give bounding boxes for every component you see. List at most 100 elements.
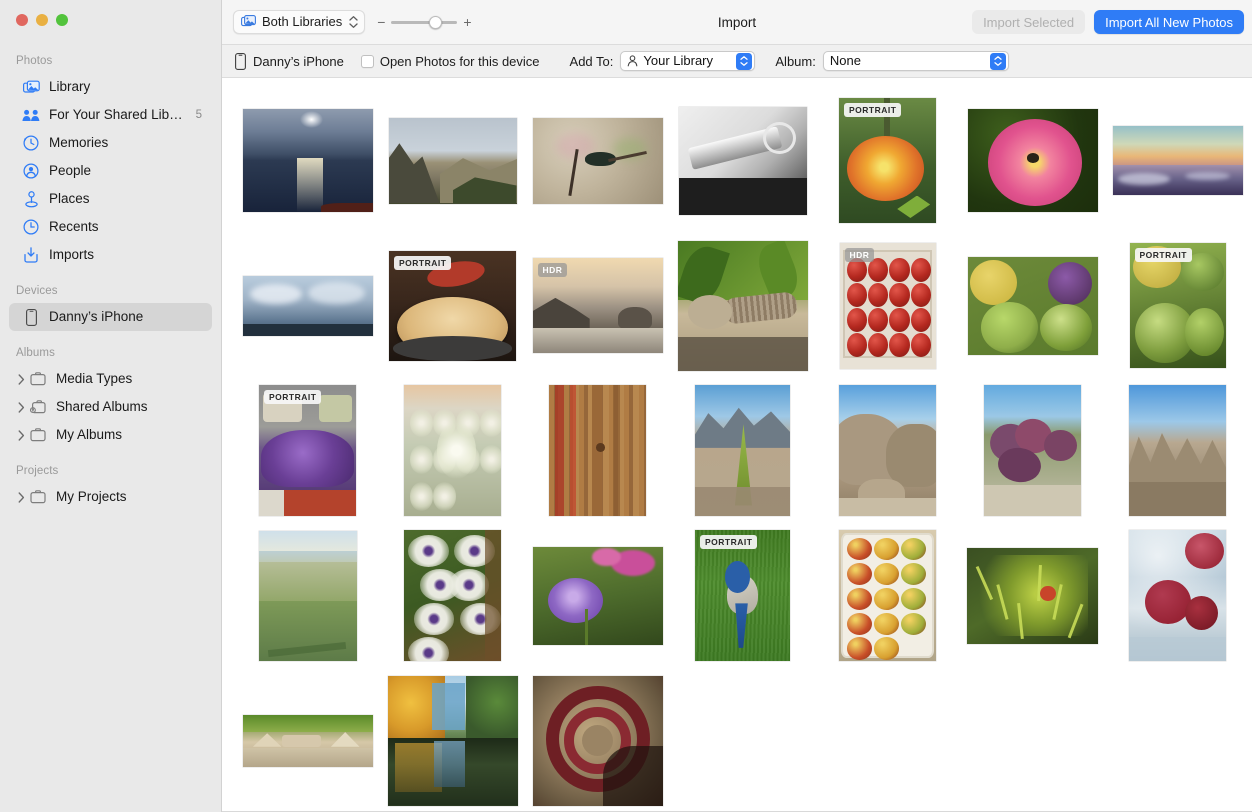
photo-thumbnail-rock-formation-sky[interactable] — [1129, 385, 1226, 516]
sidebar-section-header: Projects — [0, 463, 221, 483]
photo-thumbnail-rocky-beach-sunset-hdr[interactable]: HDR — [533, 258, 663, 353]
photo-thumbnail-foggy-sunrise-valley[interactable] — [1113, 126, 1243, 195]
sidebar-item-people[interactable]: People — [9, 157, 212, 185]
photo-cell[interactable] — [1105, 523, 1250, 668]
photo-cell[interactable] — [235, 88, 380, 233]
photo-cell[interactable] — [670, 233, 815, 378]
photo-thumbnail-purple-flower-bouquet-portrait[interactable]: PORTRAIT — [259, 385, 356, 516]
photo-cell[interactable]: PORTRAIT — [670, 523, 815, 668]
open-photos-checkbox-group[interactable]: Open Photos for this device — [361, 54, 540, 69]
photo-cell[interactable] — [525, 523, 670, 668]
sidebar-item-my-projects[interactable]: My Projects — [9, 483, 212, 511]
photo-thumbnail-cholla-cactus-closeup[interactable] — [404, 385, 501, 516]
photo-cell[interactable] — [380, 668, 525, 812]
photo-cell[interactable]: HDR — [525, 233, 670, 378]
album-stepper-icon[interactable] — [990, 53, 1006, 70]
photo-thumbnail-frozen-berries-ice[interactable] — [1129, 530, 1226, 661]
photo-thumbnail-pumpkin-pie-portrait[interactable]: PORTRAIT — [389, 251, 516, 361]
photo-thumbnail-blue-jay-on-grass-portrait[interactable]: PORTRAIT — [695, 530, 790, 661]
sidebar-item-my-albums[interactable]: My Albums — [9, 421, 212, 449]
photo-thumbnail-rock-cairns-shore[interactable] — [243, 715, 373, 767]
photo-thumbnail-aerial-farmland[interactable] — [259, 531, 357, 661]
sidebar-item-for-your-shared-lib[interactable]: For Your Shared Lib…5 — [9, 101, 212, 129]
photo-thumbnail-pink-dahlia-bloom[interactable] — [968, 109, 1098, 212]
chevron-right-icon[interactable] — [14, 402, 28, 413]
photo-grid-area[interactable]: PORTRAITPORTRAITHDRHDRPORTRAITPORTRAITPO… — [222, 78, 1252, 812]
photo-cell[interactable] — [380, 88, 525, 233]
photo-cell[interactable] — [235, 668, 380, 812]
album-group: Album: None — [775, 51, 1008, 71]
photo-thumbnail-autumn-river-reflection[interactable] — [388, 676, 518, 806]
sidebar-item-media-types[interactable]: Media Types — [9, 365, 212, 393]
sidebar-item-shared-albums[interactable]: Shared Albums — [9, 393, 212, 421]
photo-thumbnail-apples-in-bowl[interactable] — [839, 530, 936, 661]
sidebar-item-imports[interactable]: Imports — [9, 241, 212, 269]
sidebar-item-recents[interactable]: Recents — [9, 213, 212, 241]
photo-cell[interactable] — [670, 378, 815, 523]
photo-thumbnail-corn-cob-ground-squirrel[interactable] — [678, 241, 808, 371]
photo-cell[interactable] — [960, 233, 1105, 378]
photo-cell[interactable]: HDR — [815, 233, 960, 378]
photo-thumbnail-white-daisies-basket[interactable] — [404, 530, 501, 661]
sidebar-item-places[interactable]: Places — [9, 185, 212, 213]
photo-grid-row — [222, 668, 1252, 812]
sidebar-item-memories[interactable]: Memories — [9, 129, 212, 157]
sidebar-item-danny-s-iphone[interactable]: Danny’s iPhone — [9, 303, 212, 331]
zoom-button[interactable] — [56, 14, 68, 26]
window-controls[interactable] — [16, 14, 68, 26]
photo-thumbnail-orange-dahlia-portrait[interactable]: PORTRAIT — [839, 98, 936, 223]
photo-cell[interactable] — [1105, 378, 1250, 523]
chevron-right-icon[interactable] — [14, 374, 28, 385]
zoom-in-icon[interactable]: + — [463, 17, 471, 27]
open-photos-checkbox[interactable] — [361, 55, 374, 68]
photo-thumbnail-ladybug-on-plant[interactable] — [967, 548, 1098, 644]
photo-cell[interactable] — [815, 523, 960, 668]
chevron-right-icon[interactable] — [14, 430, 28, 441]
photo-thumbnail-glass-vial-macro-bw[interactable] — [679, 107, 807, 215]
close-button[interactable] — [16, 14, 28, 26]
photo-cell[interactable] — [525, 378, 670, 523]
photo-thumbnail-hummingbird-on-branch[interactable] — [533, 118, 663, 204]
album-select[interactable]: None — [823, 51, 1009, 71]
import-all-new-photos-button[interactable]: Import All New Photos — [1094, 10, 1244, 34]
add-to-select[interactable]: Your Library — [620, 51, 755, 71]
photo-cell[interactable] — [525, 88, 670, 233]
zoom-control[interactable]: − + — [377, 15, 471, 29]
zoom-slider[interactable] — [391, 15, 457, 29]
photo-thumbnail-weathered-red-wood[interactable] — [549, 385, 646, 516]
photo-cell[interactable] — [960, 88, 1105, 233]
photo-thumbnail-millipede-coiled-dirt[interactable] — [533, 676, 663, 806]
photo-cell[interactable] — [525, 668, 670, 812]
photo-cell[interactable]: PORTRAIT — [815, 88, 960, 233]
photo-cell[interactable]: PORTRAIT — [235, 378, 380, 523]
photo-cell[interactable] — [1105, 88, 1250, 233]
library-popup-button[interactable]: Both Libraries — [233, 10, 365, 34]
photo-thumbnail-cloudy-coastline[interactable] — [243, 276, 373, 336]
sidebar-item-library[interactable]: Library — [9, 73, 212, 101]
chevron-right-icon[interactable] — [14, 492, 28, 503]
photo-thumbnail-desert-yucca-rocks[interactable] — [695, 385, 790, 516]
photo-cell[interactable] — [960, 523, 1105, 668]
photo-cell[interactable]: PORTRAIT — [1105, 233, 1250, 378]
photo-cell[interactable] — [235, 523, 380, 668]
add-to-stepper-icon[interactable] — [736, 53, 752, 70]
photo-thumbnail-tomatoes-crate-hdr[interactable]: HDR — [840, 243, 936, 369]
photo-thumbnail-mountain-ridge-canyon[interactable] — [389, 118, 517, 204]
photo-cell[interactable] — [380, 378, 525, 523]
photo-thumbnail-purple-scabiosa-flower[interactable] — [533, 547, 663, 645]
photo-cell[interactable] — [670, 88, 815, 233]
minimize-button[interactable] — [36, 14, 48, 26]
photo-cell[interactable]: PORTRAIT — [380, 233, 525, 378]
photo-cell[interactable] — [815, 378, 960, 523]
photo-thumbnail-romanesco-cabbages[interactable] — [968, 257, 1098, 355]
photo-cell[interactable] — [235, 233, 380, 378]
photo-thumbnail-romanesco-portrait[interactable]: PORTRAIT — [1130, 243, 1226, 368]
photo-cell[interactable] — [960, 378, 1105, 523]
photo-cell[interactable] — [380, 523, 525, 668]
slider-knob[interactable] — [429, 16, 442, 29]
photo-thumbnail-prickly-pear-cactus[interactable] — [984, 385, 1081, 516]
photo-thumbnail-joshua-tree-boulders[interactable] — [839, 385, 936, 516]
zoom-out-icon[interactable]: − — [377, 17, 385, 27]
import-selected-button[interactable]: Import Selected — [972, 10, 1085, 34]
photo-thumbnail-ocean-sunset-reflection[interactable] — [243, 109, 373, 212]
